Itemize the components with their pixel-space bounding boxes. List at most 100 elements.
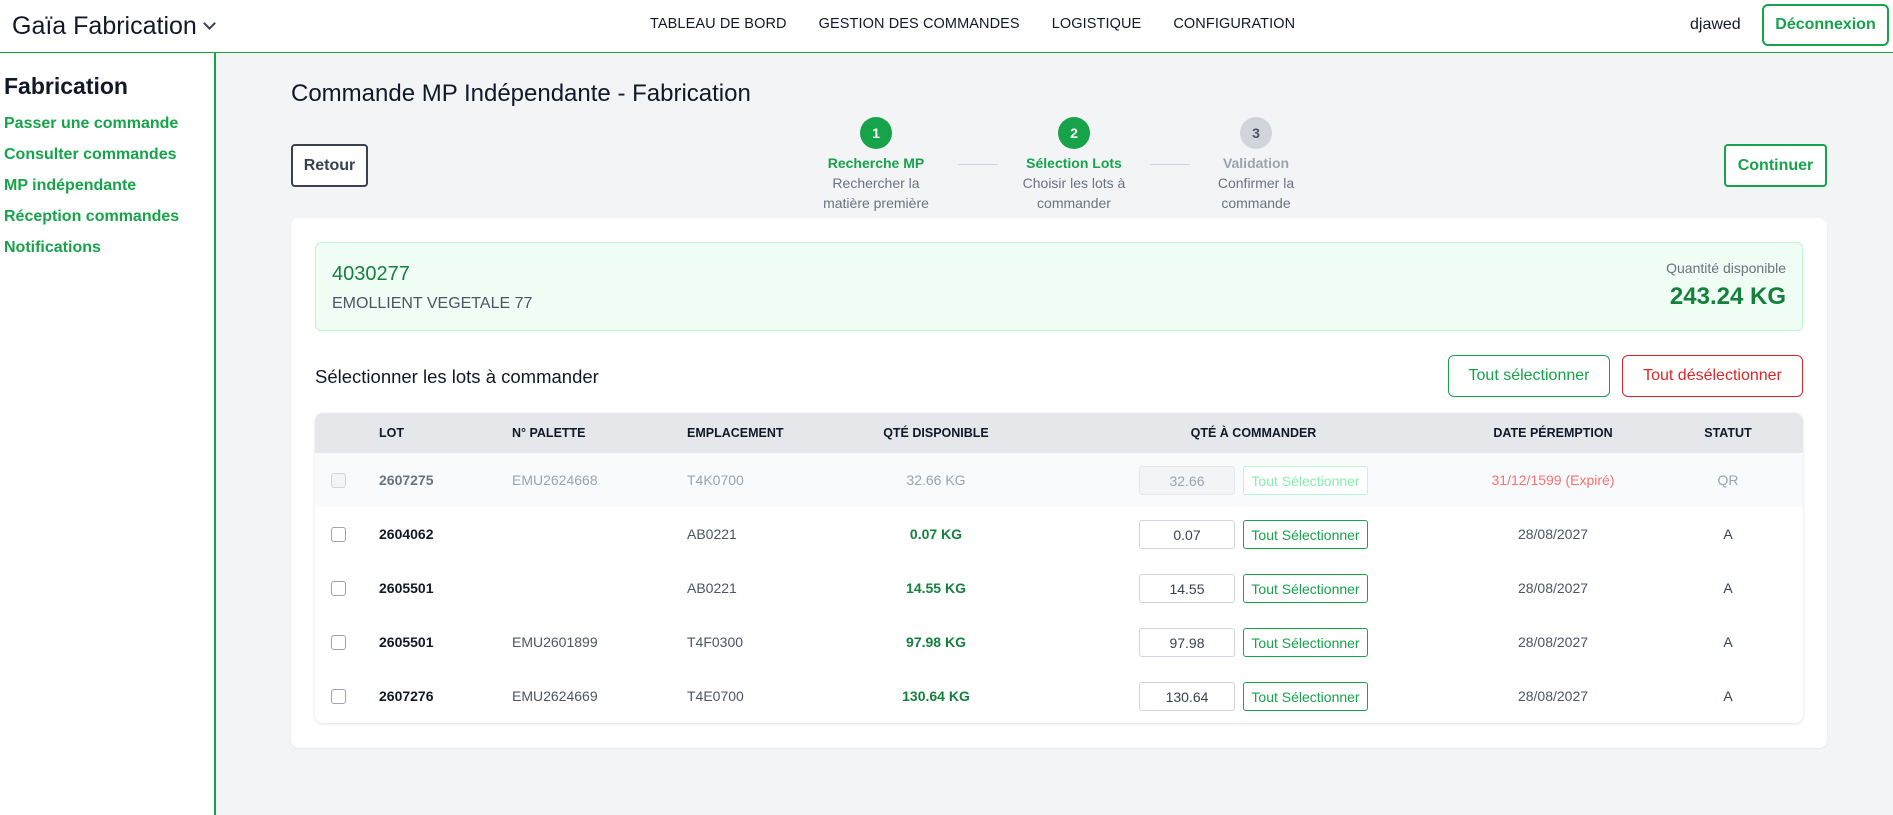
- status-cell: A: [1723, 634, 1733, 650]
- qty-order-input[interactable]: [1139, 682, 1235, 711]
- emplacement-cell: T4K0700: [687, 472, 744, 488]
- sidebar-item-consulter-commandes[interactable]: Consulter commandes: [4, 146, 179, 164]
- qty-dispo-cell: 32.66 KG: [906, 472, 966, 488]
- lot-cell: 2604062: [379, 526, 434, 542]
- row-select-all-button[interactable]: Tout Sélectionner: [1243, 520, 1368, 549]
- status-cell: A: [1723, 688, 1733, 704]
- sidebar-item-passer-commande[interactable]: Passer une commande: [4, 115, 179, 133]
- user-name: djawed: [1690, 16, 1741, 33]
- deselect-all-button[interactable]: Tout désélectionner: [1622, 355, 1803, 397]
- step-3-desc: Confirmer la commande: [1217, 175, 1295, 211]
- emplacement-cell: AB0221: [687, 580, 737, 596]
- palette-cell: EMU2624668: [512, 472, 598, 488]
- sidebar-item-notifications[interactable]: Notifications: [4, 239, 179, 257]
- chevron-down-icon: [202, 17, 216, 30]
- row-select-all-button[interactable]: Tout Sélectionner: [1243, 574, 1368, 603]
- step-3-title: Validation: [1222, 155, 1290, 171]
- lot-cell: 2605501: [379, 580, 434, 596]
- sidebar-item-reception-commandes[interactable]: Réception commandes: [4, 208, 179, 226]
- status-cell: QR: [1717, 472, 1739, 488]
- qty-dispo-cell: 14.55 KG: [906, 580, 966, 596]
- step-1-title: Recherche MP: [827, 155, 925, 171]
- main-nav: TABLEAU DE BORD GESTION DES COMMANDES LO…: [650, 16, 1295, 32]
- available-qty-label: Quantité disponible: [1666, 260, 1786, 276]
- qty-dispo-cell: 0.07 KG: [909, 526, 963, 542]
- nav-configuration[interactable]: CONFIGURATION: [1173, 16, 1295, 32]
- header-palette: N° PALETTE: [512, 426, 586, 440]
- step-1-desc: Rechercher la matière première: [823, 175, 929, 211]
- header-emplacement: EMPLACEMENT: [687, 426, 784, 440]
- selection-title: Sélectionner les lots à commander: [315, 366, 599, 387]
- qty-order-input[interactable]: [1139, 466, 1235, 495]
- step-1: 1 Recherche MP Rechercher la matière pre…: [786, 117, 966, 213]
- material-summary: 4030277 EMOLLIENT VEGETALE 77 Quantité d…: [315, 242, 1803, 331]
- row-checkbox[interactable]: [331, 581, 346, 596]
- step-3-number: 3: [1240, 117, 1272, 149]
- sidebar-item-mp-independante[interactable]: MP indépendante: [4, 177, 179, 195]
- table-row: 2605501 EMU2601899 T4F0300 97.98 KG Tout…: [315, 615, 1803, 669]
- expiry-date-cell: 28/08/2027: [1517, 688, 1589, 704]
- emplacement-cell: T4F0300: [687, 634, 744, 650]
- qty-order-input[interactable]: [1139, 628, 1235, 657]
- material-name: EMOLLIENT VEGETALE 77: [332, 295, 533, 312]
- palette-cell: EMU2624669: [512, 688, 598, 704]
- step-2-title: Sélection Lots: [1026, 155, 1122, 171]
- lots-table: LOT N° PALETTE EMPLACEMENT QTÉ DISPONIBL…: [315, 413, 1803, 723]
- row-select-all-button[interactable]: Tout Sélectionner: [1243, 628, 1368, 657]
- header-statut: STATUT: [1704, 426, 1752, 440]
- header-date: DATE PÉREMPTION: [1493, 426, 1613, 440]
- row-select-all-button[interactable]: Tout Sélectionner: [1243, 466, 1368, 495]
- table-header: LOT N° PALETTE EMPLACEMENT QTÉ DISPONIBL…: [315, 413, 1803, 453]
- row-select-all-button[interactable]: Tout Sélectionner: [1243, 682, 1368, 711]
- step-2-number: 2: [1058, 117, 1090, 149]
- row-checkbox[interactable]: [331, 635, 346, 650]
- sidebar-title: Fabrication: [4, 73, 128, 99]
- material-code: 4030277: [332, 263, 410, 285]
- logout-button[interactable]: Déconnexion: [1762, 4, 1889, 46]
- nav-logistique[interactable]: LOGISTIQUE: [1052, 16, 1142, 32]
- emplacement-cell: T4E0700: [687, 688, 744, 704]
- back-button[interactable]: Retour: [291, 144, 368, 187]
- available-qty-value: 243.24 KG: [1669, 283, 1786, 310]
- table-row: 2607276 EMU2624669 T4E0700 130.64 KG Tou…: [315, 669, 1803, 723]
- brand-menu[interactable]: Gaïa Fabrication: [12, 12, 216, 41]
- row-checkbox[interactable]: [331, 527, 346, 542]
- sidebar-list: Passer une commande Consulter commandes …: [4, 115, 179, 257]
- expiry-date-cell: 28/08/2027: [1517, 634, 1589, 650]
- emplacement-cell: AB0221: [687, 526, 737, 542]
- top-bar: Gaïa Fabrication TABLEAU DE BORD GESTION…: [0, 0, 1893, 53]
- expiry-date-cell: 28/08/2027: [1517, 580, 1589, 596]
- table-row: 2605501 AB0221 14.55 KG Tout Sélectionne…: [315, 561, 1803, 615]
- continue-button[interactable]: Continuer: [1724, 144, 1827, 187]
- table-row: 2607275 EMU2624668 T4K0700 32.66 KG Tout…: [315, 453, 1803, 507]
- brand-name: Gaïa Fabrication: [12, 12, 197, 40]
- page-title: Commande MP Indépendante - Fabrication: [291, 80, 751, 107]
- step-1-number: 1: [860, 117, 892, 149]
- status-cell: A: [1723, 580, 1733, 596]
- main-card: 4030277 EMOLLIENT VEGETALE 77 Quantité d…: [291, 218, 1827, 748]
- select-all-button[interactable]: Tout sélectionner: [1448, 355, 1610, 397]
- sidebar: Fabrication Passer une commande Consulte…: [0, 53, 216, 815]
- table-row: 2604062 AB0221 0.07 KG Tout Sélectionner…: [315, 507, 1803, 561]
- qty-order-input[interactable]: [1139, 574, 1235, 603]
- lot-cell: 2607276: [379, 688, 434, 704]
- lot-cell: 2607275: [379, 472, 434, 488]
- header-qty-dispo: QTÉ DISPONIBLE: [883, 426, 989, 440]
- nav-tableau-de-bord[interactable]: TABLEAU DE BORD: [650, 16, 787, 32]
- nav-gestion-commandes[interactable]: GESTION DES COMMANDES: [819, 16, 1020, 32]
- step-3: 3 Validation Confirmer la commande: [1166, 117, 1346, 213]
- palette-cell: EMU2601899: [512, 634, 598, 650]
- step-2-desc: Choisir les lots à commander: [1022, 175, 1126, 211]
- qty-order-input[interactable]: [1139, 520, 1235, 549]
- expiry-date-cell: 31/12/1599 (Expiré): [1491, 472, 1615, 488]
- header-qty-cmd: QTÉ À COMMANDER: [1190, 426, 1317, 440]
- lot-cell: 2605501: [379, 634, 434, 650]
- qty-dispo-cell: 130.64 KG: [902, 688, 970, 704]
- row-checkbox[interactable]: [331, 689, 346, 704]
- step-2: 2 Sélection Lots Choisir les lots à comm…: [984, 117, 1164, 213]
- expiry-date-cell: 28/08/2027: [1517, 526, 1589, 542]
- qty-dispo-cell: 97.98 KG: [906, 634, 966, 650]
- header-lot: LOT: [379, 426, 404, 440]
- status-cell: A: [1723, 526, 1733, 542]
- row-checkbox[interactable]: [331, 473, 346, 488]
